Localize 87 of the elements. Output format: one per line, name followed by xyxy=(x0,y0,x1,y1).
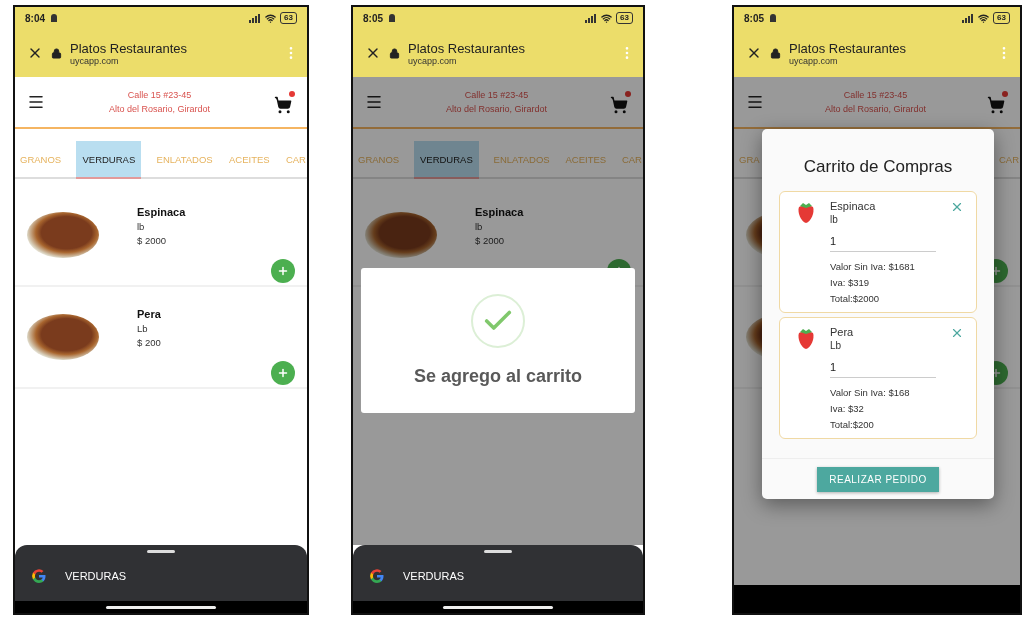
wifi-icon xyxy=(978,12,990,24)
category-tab[interactable]: ENLATADOS xyxy=(155,141,214,179)
remove-icon[interactable] xyxy=(950,326,964,340)
notification-icon xyxy=(49,13,59,23)
product-name: Espinaca xyxy=(475,206,524,218)
category-tab[interactable]: GRANOS xyxy=(19,141,63,179)
battery-level: 63 xyxy=(993,12,1010,24)
status-time: 8:05 xyxy=(363,12,383,24)
cart-icon[interactable] xyxy=(274,90,295,114)
search-query: VERDURAS xyxy=(65,570,127,582)
plus-icon xyxy=(277,265,289,277)
address-text: Calle 15 #23-45 xyxy=(464,90,529,100)
remove-icon[interactable] xyxy=(950,200,964,214)
address-text: Alto del Rosario, Girardot xyxy=(445,104,547,114)
product-price: $ 200 xyxy=(137,337,161,348)
signal-icon xyxy=(962,13,975,23)
home-indicator[interactable] xyxy=(106,605,216,609)
address-text: Alto del Rosario, Girardot xyxy=(824,104,926,114)
wifi-icon xyxy=(601,12,613,24)
product-price: $ 2000 xyxy=(137,235,168,246)
battery-level: 63 xyxy=(616,12,633,24)
address-text: Calle 15 #23-45 xyxy=(843,90,908,100)
strawberry-icon xyxy=(796,326,816,350)
product-name: Espinaca xyxy=(137,206,186,218)
category-tab[interactable]: VERDURAS xyxy=(413,141,479,179)
plus-icon xyxy=(277,367,289,379)
cart-icon[interactable] xyxy=(987,90,1008,114)
sheet-handle[interactable] xyxy=(484,550,512,553)
category-tab[interactable]: CAR xyxy=(284,141,307,179)
page-title: Platos Restaurantes xyxy=(789,40,908,56)
item-name: Espinaca xyxy=(830,200,877,212)
category-tab[interactable]: ENLATADOS xyxy=(492,141,551,179)
google-logo-icon xyxy=(31,568,47,584)
price-detail: Valor Sin Iva: $1681 xyxy=(830,260,916,274)
search-query: VERDURAS xyxy=(403,570,465,582)
strawberry-icon xyxy=(796,200,816,224)
signal-icon xyxy=(585,13,598,23)
price-detail: Iva: $32 xyxy=(830,402,865,416)
page-title: Platos Restaurantes xyxy=(70,40,189,56)
status-time: 8:04 xyxy=(25,12,45,24)
order-button[interactable]: REALIZAR PEDIDO xyxy=(817,466,939,492)
lock-icon xyxy=(51,47,62,59)
price-detail: Iva: $319 xyxy=(830,276,871,290)
signal-icon xyxy=(249,13,262,23)
dialog-title: Carrito de Compras xyxy=(802,157,954,177)
menu-icon[interactable] xyxy=(27,93,45,111)
status-time: 8:05 xyxy=(744,12,764,24)
category-tab[interactable]: CAR xyxy=(620,141,643,179)
home-indicator[interactable] xyxy=(443,605,553,609)
notification-icon xyxy=(387,13,397,23)
item-name: Pera xyxy=(830,326,855,338)
category-tab[interactable]: GRANOS xyxy=(357,141,401,179)
google-logo-icon xyxy=(369,568,385,584)
price-detail: Total:$200 xyxy=(830,418,875,432)
page-url: uycapp.com xyxy=(789,55,839,66)
battery-level: 63 xyxy=(280,12,297,24)
toast-message: Se agrego al carrito xyxy=(413,366,583,387)
product-unit: lb xyxy=(475,221,484,232)
product-unit: Lb xyxy=(137,323,149,334)
category-tab[interactable]: GRA xyxy=(738,141,761,179)
notification-icon xyxy=(768,13,778,23)
address-text: Calle 15 #23-45 xyxy=(127,90,192,100)
page-url: uycapp.com xyxy=(408,55,458,66)
lock-icon xyxy=(389,47,400,59)
check-icon xyxy=(471,294,525,348)
category-tab[interactable]: VERDURAS xyxy=(76,141,142,179)
category-tab[interactable]: CAR xyxy=(997,141,1020,179)
page-title: Platos Restaurantes xyxy=(408,40,527,56)
menu-icon[interactable] xyxy=(746,93,764,111)
item-unit: Lb xyxy=(830,340,843,351)
price-detail: Valor Sin Iva: $168 xyxy=(830,386,911,400)
product-unit: lb xyxy=(137,221,146,232)
page-url: uycapp.com xyxy=(70,55,120,66)
price-detail: Total:$2000 xyxy=(830,292,881,306)
category-tab[interactable]: ACEITES xyxy=(564,141,608,179)
menu-icon[interactable] xyxy=(365,93,383,111)
address-text: Alto del Rosario, Girardot xyxy=(108,104,210,114)
lock-icon xyxy=(770,47,781,59)
product-name: Pera xyxy=(137,308,161,320)
product-price: $ 2000 xyxy=(475,235,506,246)
category-tab[interactable]: ACEITES xyxy=(227,141,271,179)
cart-icon[interactable] xyxy=(610,90,631,114)
quantity-field[interactable]: 1 xyxy=(830,227,936,252)
wifi-icon xyxy=(265,12,277,24)
item-unit: lb xyxy=(830,214,839,225)
quantity-field[interactable]: 1 xyxy=(830,353,936,378)
sheet-handle[interactable] xyxy=(147,550,175,553)
